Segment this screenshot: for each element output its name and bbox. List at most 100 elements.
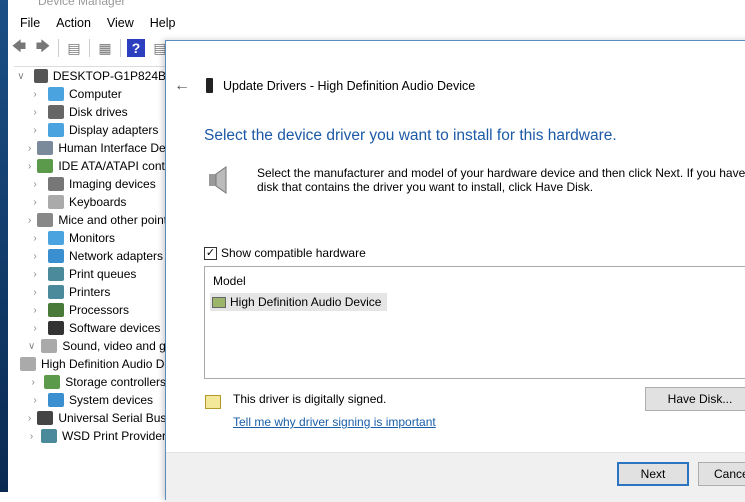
computer-root-icon: [33, 69, 48, 83]
chevron-right-icon[interactable]: ›: [28, 143, 31, 154]
tree-item[interactable]: › WSD Print Provider: [14, 427, 166, 445]
tree-item[interactable]: › Imaging devices: [14, 175, 166, 193]
chevron-right-icon[interactable]: ›: [28, 233, 42, 244]
update-drivers-dialog: ← Update Drivers - High Definition Audio…: [165, 40, 745, 502]
model-item-label: High Definition Audio Device: [230, 295, 382, 309]
mouse-icon: [37, 213, 54, 227]
chevron-right-icon[interactable]: ›: [28, 305, 42, 316]
chevron-right-icon[interactable]: ›: [28, 89, 42, 100]
chevron-right-icon[interactable]: ›: [28, 215, 31, 226]
chevron-right-icon[interactable]: ›: [28, 161, 31, 172]
driver-icon: [212, 296, 226, 308]
toolbar-separator: [89, 39, 90, 57]
chevron-down-icon[interactable]: ∨: [14, 71, 28, 82]
chevron-right-icon[interactable]: ›: [28, 125, 42, 136]
tree-item-label: Software devices: [69, 321, 161, 335]
tree-item[interactable]: › Software devices: [14, 319, 166, 337]
tree-item[interactable]: › Keyboards: [14, 193, 166, 211]
tree-item[interactable]: ∨ Sound, video and game controllers: [14, 337, 166, 355]
tree-item[interactable]: › Printers: [14, 283, 166, 301]
toolbar: 🡄 🡆 ▤ ▦ ? ▤: [10, 37, 169, 59]
chevron-right-icon[interactable]: ›: [28, 287, 42, 298]
chevron-right-icon[interactable]: ›: [28, 197, 42, 208]
chevron-right-icon[interactable]: ›: [28, 179, 42, 190]
camera-icon: [48, 177, 64, 191]
tree-item[interactable]: › Processors: [14, 301, 166, 319]
tree-item[interactable]: › Mice and other pointing devices: [14, 211, 166, 229]
tree-item-label: Monitors: [69, 231, 116, 245]
speaker-icon: [209, 166, 227, 194]
printer-icon: [48, 267, 64, 281]
chevron-down-icon[interactable]: ∨: [28, 341, 35, 352]
hid-icon: [37, 141, 54, 155]
title-bar: Device Manager: [8, 0, 745, 10]
show-hide-console-tree-icon[interactable]: ▤: [65, 39, 83, 57]
tree-item[interactable]: › IDE ATA/ATAPI controllers: [14, 157, 166, 175]
menu-action[interactable]: Action: [48, 14, 99, 32]
device-tree: ∨ DESKTOP-G1P824B › Computer › Disk drives › Di…: [14, 66, 166, 445]
tree-item[interactable]: › Storage controllers: [14, 373, 166, 391]
show-compatible-checkbox[interactable]: ✓ Show compatible hardware: [204, 246, 366, 260]
menu-bar: File Action View Help: [12, 14, 184, 32]
tree-item[interactable]: › Disk drives: [14, 103, 166, 121]
tree-item[interactable]: › System devices: [14, 391, 166, 409]
tree-item[interactable]: › Universal Serial Bus controllers: [14, 409, 166, 427]
driver-signing-link[interactable]: Tell me why driver signing is important: [233, 415, 436, 429]
tree-item-label: System devices: [69, 393, 154, 407]
chevron-right-icon[interactable]: ›: [28, 107, 42, 118]
help-icon[interactable]: ?: [127, 39, 145, 57]
tree-item[interactable]: › Display adapters: [14, 121, 166, 139]
menu-view[interactable]: View: [99, 14, 142, 32]
tree-item[interactable]: High Definition Audio Device: [14, 355, 166, 373]
menu-help[interactable]: Help: [142, 14, 184, 32]
tree-root-label: DESKTOP-G1P824B: [52, 69, 166, 83]
model-list[interactable]: Model High Definition Audio Device: [204, 266, 745, 379]
next-button[interactable]: Next: [617, 462, 689, 486]
model-list-item[interactable]: High Definition Audio Device: [210, 293, 388, 311]
dialog-footer: Next Cancel: [166, 452, 745, 502]
tree-item-label: Processors: [69, 303, 130, 317]
tree-item-label: Printers: [69, 285, 111, 299]
disk-icon: [48, 105, 64, 119]
tree-item-label: Print queues: [69, 267, 137, 281]
display-adapter-icon: [48, 123, 64, 137]
ide-icon: [37, 159, 54, 173]
tree-root[interactable]: ∨ DESKTOP-G1P824B: [14, 67, 166, 85]
dialog-description: Select the manufacturer and model of you…: [257, 166, 745, 194]
tree-item[interactable]: › Human Interface Devices: [14, 139, 166, 157]
chevron-right-icon[interactable]: ›: [28, 251, 42, 262]
back-arrow-icon[interactable]: 🡄: [10, 38, 28, 57]
tree-item[interactable]: › Print queues: [14, 265, 166, 283]
forward-arrow-icon[interactable]: 🡆: [34, 38, 52, 57]
cancel-button[interactable]: Cancel: [698, 462, 745, 486]
chevron-right-icon[interactable]: ›: [28, 395, 42, 406]
processor-icon: [48, 303, 64, 317]
back-arrow-icon[interactable]: ←: [174, 77, 190, 95]
chevron-right-icon[interactable]: ›: [28, 413, 31, 424]
properties-icon[interactable]: ▦: [96, 39, 114, 57]
network-icon: [48, 249, 64, 263]
chevron-right-icon[interactable]: ›: [28, 269, 42, 280]
speaker-icon: [20, 357, 36, 371]
computer-icon: [48, 87, 64, 101]
chevron-right-icon[interactable]: ›: [28, 323, 42, 334]
toolbar-separator: [120, 39, 121, 57]
dialog-heading: Select the device driver you want to ins…: [204, 127, 617, 144]
checkbox-label: Show compatible hardware: [221, 246, 366, 260]
menu-file[interactable]: File: [12, 14, 48, 32]
chevron-right-icon[interactable]: ›: [28, 431, 35, 442]
tree-item-label: Mice and other pointing devices: [58, 213, 166, 227]
tree-item-label: Disk drives: [69, 105, 128, 119]
have-disk-button[interactable]: Have Disk...: [645, 387, 745, 411]
printer-icon: [40, 429, 57, 443]
tree-item[interactable]: › Monitors: [14, 229, 166, 247]
monitor-icon: [48, 231, 64, 245]
tree-item-label: Display adapters: [69, 123, 159, 137]
checkbox-checked-icon[interactable]: ✓: [204, 246, 217, 260]
tree-item-label: Universal Serial Bus controllers: [58, 411, 166, 425]
tree-item[interactable]: › Network adapters: [14, 247, 166, 265]
usb-icon: [37, 411, 54, 425]
tree-item-label: Network adapters: [69, 249, 164, 263]
tree-item[interactable]: › Computer: [14, 85, 166, 103]
chevron-right-icon[interactable]: ›: [28, 377, 38, 388]
